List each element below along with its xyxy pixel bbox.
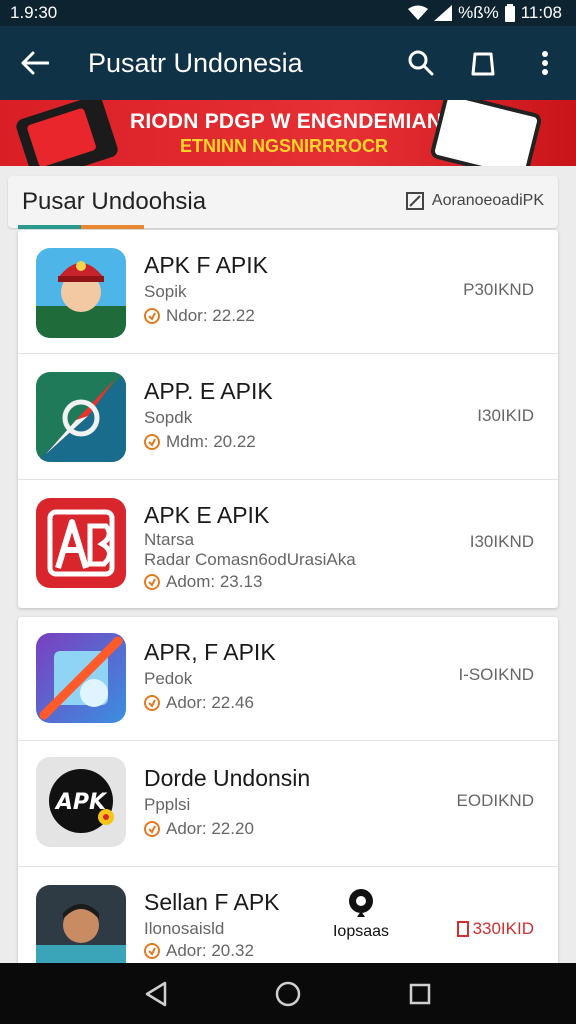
bookmark-button[interactable] [452,26,514,100]
app-bar: Pusatr Undonesia [0,26,576,100]
signal-icon [434,5,453,21]
compass-icon [36,372,126,462]
list-item[interactable]: APR, F APIK Pedok Ador: 22.46 I-SOIKND [18,617,558,741]
ab-icon [36,498,126,588]
app-size: EODIKND [456,791,534,810]
status-clock: 11:08 [520,3,562,22]
app-date-text: Ador: 22.20 [166,819,254,838]
app-date-text: Ndor: 22.22 [166,306,255,325]
list-item[interactable]: APK Dorde Undonsin Ppplsi Ador: 22.20 EO… [18,741,558,867]
app-name: Dorde Undonsin [144,765,311,791]
system-nav-bar [0,963,576,1024]
list-item[interactable]: APK F APIK Sopik Ndor: 22.22 P30IKND [18,230,558,354]
app-size: I30IKID [477,406,534,425]
battery-icon [504,4,515,22]
app-date: Ador: 22.20 [144,819,254,839]
apk-badge-icon: APK [36,757,126,847]
mascot-icon [36,248,126,338]
section-header: Pusar Undoohsia AoranoeoadiPK [8,176,558,228]
app-subtitle: Ntarsa [144,530,195,549]
app-date: Ador: 22.46 [144,693,254,713]
promo-banner[interactable]: RIODN PDGP W ENGNDEMIAN ETNINN NGSNIRRRO… [0,100,576,166]
app-name: APP. E APIK [144,378,273,404]
app-date-text: Ador: 20.32 [166,941,254,960]
wifi-icon [408,5,429,20]
bag-icon [471,52,495,76]
app-subtitle: Ppplsi [144,795,191,814]
app-subtitle: Sopik [144,282,187,301]
status-time: 1.9:30 [10,3,58,22]
download-icon [144,695,160,711]
app-size: P30IKND [463,280,534,299]
app-description: Radar Comasn6odUrasiAka [144,550,356,569]
app-subtitle: Sopdk [144,408,193,427]
search-icon [408,50,434,76]
phone-illustration [429,100,543,166]
svg-text:APK: APK [54,790,108,815]
storage-icon [456,921,469,937]
arrow-left-icon [21,51,49,75]
section-title: Pusar Undoohsia [22,188,207,215]
circle-home-icon [275,981,301,1006]
app-name: APK E APIK [144,502,270,528]
battery-percent: %ß% [458,3,499,22]
app-size-text: 330IKID [472,919,534,938]
app-name: APR, F APIK [144,639,276,665]
app-date-text: Mdm: 20.22 [166,432,256,451]
app-date: Ador: 20.32 [144,941,254,961]
download-icon [144,821,160,837]
nav-back-button[interactable] [136,974,176,1014]
more-options-button[interactable] [514,26,576,100]
status-bar: 1.9:30 %ß% 11:08 [0,0,576,26]
person-photo [36,885,126,963]
blocked-photo-icon [36,633,126,723]
list-item[interactable]: APK E APIK Ntarsa Radar Comasn6odUrasiAk… [18,480,558,608]
section-link-label: AoranoeoadiPK [431,192,544,209]
edit-icon [405,192,424,210]
app-list-card: APR, F APIK Pedok Ador: 22.46 I-SOIKND A… [18,617,558,963]
list-item[interactable]: APP. E APIK Sopdk Mdm: 20.22 I30IKID [18,354,558,480]
phone-illustration [14,100,120,166]
banner-headline: RIODN PDGP W ENGNDEMIAN [130,110,443,133]
app-subtitle: Pedok [144,669,193,688]
app-name: APK F APIK [144,252,268,278]
list-item[interactable]: Sellan F APK Ilonosaisld Ador: 20.32 Iop… [18,867,558,963]
nav-recents-button[interactable] [400,974,440,1014]
more-vert-icon [542,51,548,75]
app-subtitle: Ilonosaisld [144,919,225,938]
download-icon [144,308,160,324]
install-icon [349,889,373,917]
banner-subheadline: ETNINN NGSNIRRROCR [180,136,389,156]
triangle-back-icon [145,981,167,1006]
app-date-text: Ador: 22.46 [166,693,254,712]
tab-indicator [18,225,144,229]
status-icons: %ß% 11:08 [408,3,562,23]
app-size: I30IKND [469,532,534,551]
app-date: Ndor: 22.22 [144,306,255,326]
app-date: Mdm: 20.22 [144,432,256,452]
install-label: Iopsaas [332,923,390,940]
download-icon [144,434,160,450]
search-button[interactable] [390,26,452,100]
app-date-text: Adom: 23.13 [166,572,263,591]
nav-home-button[interactable] [268,974,308,1014]
app-size: 330IKID [456,919,534,939]
page-title: Pusatr Undonesia [88,47,303,78]
section-link[interactable]: AoranoeoadiPK [405,192,544,210]
download-icon [144,943,160,959]
install-button[interactable]: Iopsaas [328,887,394,947]
app-list-card: APK F APIK Sopik Ndor: 22.22 P30IKND APP… [18,230,558,608]
app-size: I-SOIKND [458,665,534,684]
download-icon [144,574,160,590]
square-recents-icon [409,983,431,1004]
app-name: Sellan F APK [144,889,280,915]
app-date: Adom: 23.13 [144,572,262,592]
back-button[interactable] [0,26,70,100]
